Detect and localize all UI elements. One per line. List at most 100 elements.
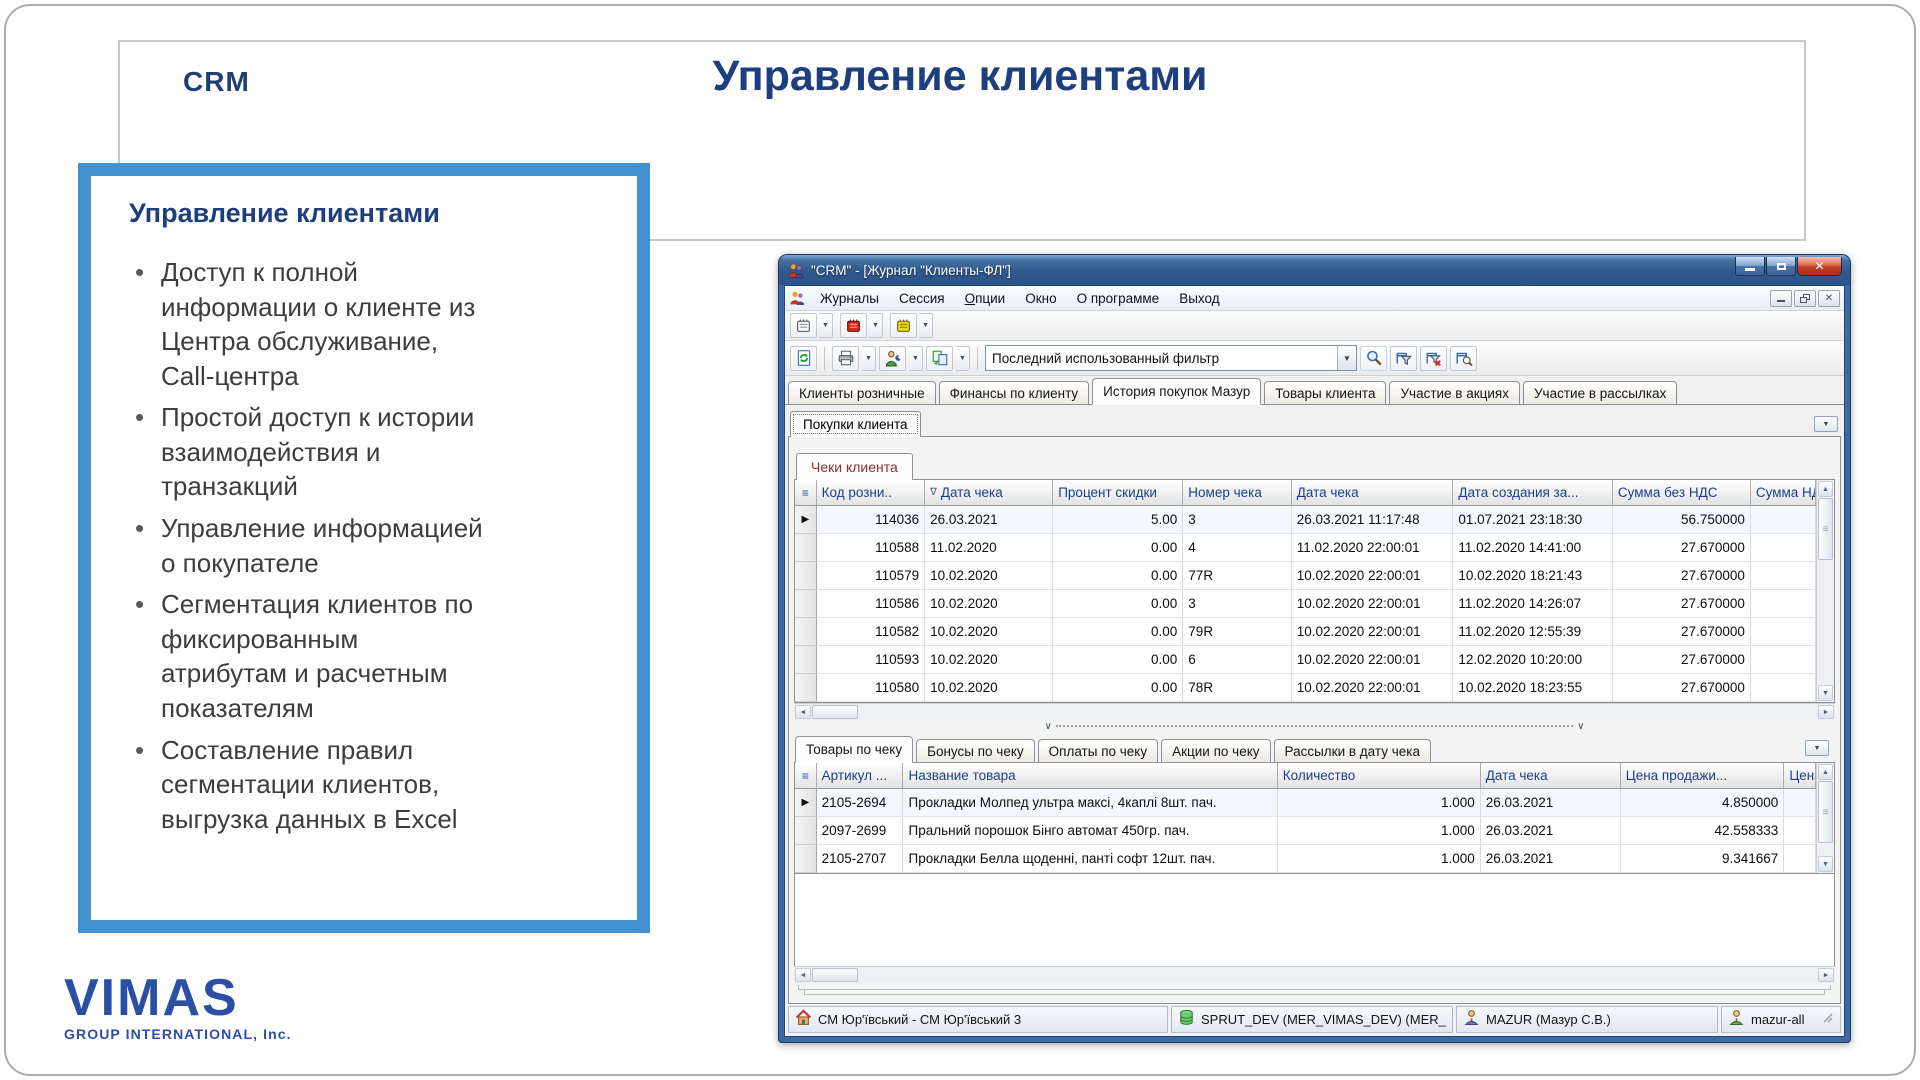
detail-tab[interactable]: Товары по чеку [795, 736, 913, 763]
table-row[interactable]: 11059310.02.20200.00610.02.2020 22:00:01… [795, 646, 1816, 674]
user-settings-dropdown[interactable]: ▼ [909, 346, 923, 371]
main-tab[interactable]: Клиенты розничные [788, 381, 936, 404]
table-cell[interactable]: 110588 [817, 534, 925, 562]
table-cell[interactable] [1751, 618, 1816, 646]
column-header[interactable]: Цена [1784, 763, 1816, 789]
column-header[interactable]: Цена продажи... [1621, 763, 1785, 789]
table-cell[interactable]: 10.02.2020 [925, 674, 1053, 702]
table-cell[interactable]: 2105-2694 [817, 789, 904, 817]
table-row[interactable]: 11058010.02.20200.0078R10.02.2020 22:00:… [795, 674, 1816, 702]
scroll-left-icon[interactable]: ◄ [795, 968, 811, 982]
table-cell[interactable]: 0.00 [1053, 674, 1183, 702]
journal-red-dropdown[interactable]: ▼ [869, 313, 883, 338]
journal-white-button[interactable] [790, 313, 817, 338]
table-cell[interactable]: 56.750000 [1613, 506, 1751, 534]
table-cell[interactable]: 0.00 [1053, 534, 1183, 562]
scroll-up-icon[interactable]: ▲ [1818, 764, 1833, 780]
column-header[interactable]: Сумма без НДС [1613, 480, 1751, 506]
mdi-close-button[interactable]: ✕ [1818, 290, 1840, 307]
menu-item[interactable]: О программе [1067, 289, 1170, 308]
checks-grid-vscrollbar[interactable]: ▲ ≡ ▼ [1816, 480, 1834, 702]
close-button[interactable]: ✕ [1797, 257, 1842, 276]
column-header[interactable]: Номер чека [1183, 480, 1291, 506]
main-tab[interactable]: Участие в акциях [1389, 381, 1520, 404]
table-cell[interactable]: 10.02.2020 22:00:01 [1292, 590, 1454, 618]
table-cell[interactable] [1751, 590, 1816, 618]
table-cell[interactable] [1751, 646, 1816, 674]
table-cell[interactable]: 3 [1183, 506, 1291, 534]
table-cell[interactable]: 42.558333 [1621, 817, 1785, 845]
scroll-down-icon[interactable]: ▼ [1818, 685, 1833, 701]
export-button[interactable] [926, 346, 953, 371]
table-row[interactable]: 2105-2707Прокладки Белла щоденні, панті … [795, 845, 1816, 873]
mdi-minimize-button[interactable] [1770, 290, 1792, 307]
menu-item[interactable]: Опции [955, 289, 1016, 308]
table-cell[interactable]: 1.000 [1278, 789, 1481, 817]
table-cell[interactable] [1784, 845, 1816, 873]
table-cell[interactable]: 11.02.2020 [925, 534, 1053, 562]
table-cell[interactable] [1751, 534, 1816, 562]
table-cell[interactable] [1751, 562, 1816, 590]
journal-yellow-dropdown[interactable]: ▼ [919, 313, 933, 338]
minimize-button[interactable] [1735, 257, 1765, 276]
table-cell[interactable]: Прокладки Молпед ультра максі, 4каплі 8ш… [903, 789, 1277, 817]
table-cell[interactable]: Пральний порошок Бінго автомат 450гр. па… [903, 817, 1277, 845]
user-settings-button[interactable] [879, 346, 906, 371]
table-cell[interactable]: 10.02.2020 18:23:55 [1453, 674, 1613, 702]
search-button[interactable] [1360, 346, 1387, 371]
scrollbar-thumb[interactable] [812, 968, 858, 982]
scroll-down-icon[interactable]: ▼ [1818, 856, 1833, 872]
table-row[interactable]: ▶2105-2694Прокладки Молпед ультра максі,… [795, 789, 1816, 817]
table-cell[interactable]: 26.03.2021 [1481, 817, 1621, 845]
table-cell[interactable]: 0.00 [1053, 590, 1183, 618]
table-cell[interactable]: 26.03.2021 [1481, 789, 1621, 817]
table-cell[interactable]: 77R [1183, 562, 1291, 590]
table-cell[interactable]: 10.02.2020 22:00:01 [1292, 674, 1454, 702]
table-cell[interactable]: 4.850000 [1621, 789, 1785, 817]
table-cell[interactable]: 110582 [817, 618, 925, 646]
table-cell[interactable]: 1.000 [1278, 817, 1481, 845]
table-cell[interactable]: 26.03.2021 11:17:48 [1292, 506, 1454, 534]
scroll-up-icon[interactable]: ▲ [1818, 481, 1833, 497]
column-header[interactable]: ∇Дата чека [925, 480, 1053, 506]
table-cell[interactable]: 78R [1183, 674, 1291, 702]
table-cell[interactable]: 10.02.2020 [925, 618, 1053, 646]
table-cell[interactable]: 01.07.2021 23:18:30 [1453, 506, 1613, 534]
checks-grid-hscrollbar[interactable]: ◄ ► [794, 703, 1835, 720]
column-header[interactable]: Название товара [903, 763, 1277, 789]
table-cell[interactable]: 27.670000 [1613, 646, 1751, 674]
main-tab[interactable]: Участие в рассылках [1523, 381, 1677, 404]
items-grid-hscrollbar[interactable]: ◄ ► [794, 966, 1835, 983]
filter-clear-button[interactable] [1420, 346, 1447, 371]
table-cell[interactable]: 6 [1183, 646, 1291, 674]
journal-yellow-button[interactable] [890, 313, 917, 338]
table-cell[interactable] [1784, 817, 1816, 845]
table-cell[interactable]: 3 [1183, 590, 1291, 618]
table-cell[interactable]: 11.02.2020 14:41:00 [1453, 534, 1613, 562]
table-cell[interactable]: 10.02.2020 [925, 562, 1053, 590]
table-row[interactable]: 11058610.02.20200.00310.02.2020 22:00:01… [795, 590, 1816, 618]
table-cell[interactable]: 114036 [817, 506, 925, 534]
export-dropdown[interactable]: ▼ [956, 346, 970, 371]
table-cell[interactable]: 10.02.2020 22:00:01 [1292, 618, 1454, 646]
detail-tab[interactable]: Акции по чеку [1161, 739, 1270, 762]
table-cell[interactable]: 10.02.2020 [925, 646, 1053, 674]
table-cell[interactable]: 0.00 [1053, 646, 1183, 674]
filter-set-button[interactable] [1390, 346, 1417, 371]
filter-find-button[interactable] [1450, 346, 1477, 371]
table-row[interactable]: 2097-2699Пральний порошок Бінго автомат … [795, 817, 1816, 845]
table-cell[interactable]: 27.670000 [1613, 562, 1751, 590]
table-cell[interactable]: 10.02.2020 22:00:01 [1292, 646, 1454, 674]
table-cell[interactable]: 12.02.2020 10:20:00 [1453, 646, 1613, 674]
column-header[interactable]: Сумма НД [1751, 480, 1816, 506]
column-header[interactable]: Процент скидки [1053, 480, 1183, 506]
table-cell[interactable] [1751, 674, 1816, 702]
table-row[interactable]: ▶11403626.03.20215.00326.03.2021 11:17:4… [795, 506, 1816, 534]
detail-tab[interactable]: Оплаты по чеку [1038, 739, 1158, 762]
main-tab[interactable]: Финансы по клиенту [939, 381, 1090, 404]
table-cell[interactable]: 27.670000 [1613, 618, 1751, 646]
table-cell[interactable]: 110579 [817, 562, 925, 590]
table-cell[interactable]: 26.03.2021 [925, 506, 1053, 534]
table-row[interactable]: 11058811.02.20200.00411.02.2020 22:00:01… [795, 534, 1816, 562]
table-cell[interactable]: 2105-2707 [817, 845, 904, 873]
